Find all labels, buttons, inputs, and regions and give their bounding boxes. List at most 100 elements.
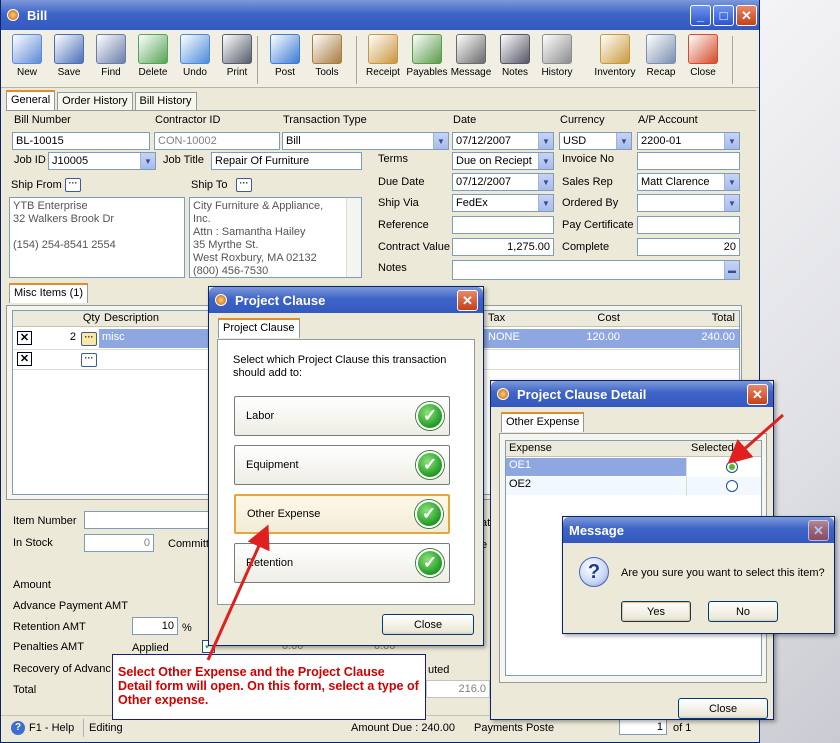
selected-radio[interactable] bbox=[726, 461, 738, 473]
ap-account-select[interactable]: 2200-01 ▼ bbox=[637, 132, 740, 150]
page-number-field[interactable]: 1 bbox=[619, 719, 667, 735]
row-total[interactable]: 240.00 bbox=[633, 330, 738, 348]
ship-to-scrollbar[interactable] bbox=[346, 198, 361, 277]
chevron-down-icon[interactable]: ▼ bbox=[538, 174, 553, 190]
dialog-icon bbox=[215, 294, 227, 306]
transaction-type-select[interactable]: Bill ▼ bbox=[282, 132, 449, 150]
detail-close-button[interactable]: Close bbox=[678, 698, 768, 719]
ordered-by-select[interactable]: ▼ bbox=[637, 194, 740, 212]
date-field[interactable]: 07/12/2007 ▼ bbox=[452, 132, 554, 150]
clause-equipment-button[interactable]: Equipment ✓ bbox=[234, 445, 450, 485]
ship-to-address[interactable]: City Furniture & Appliance, Inc. Attn : … bbox=[189, 197, 362, 278]
toolbar-inventory-button[interactable]: Inventory bbox=[593, 34, 637, 78]
close-dialog-button[interactable]: ✕ bbox=[747, 384, 768, 405]
toolbar-payables-button[interactable]: Payables bbox=[405, 34, 449, 78]
row-qty[interactable]: 2 bbox=[43, 330, 79, 348]
maximize-button[interactable]: □ bbox=[713, 5, 734, 26]
row-lookup-button[interactable]: ··· bbox=[81, 332, 97, 346]
notes-field[interactable]: ▬ bbox=[452, 260, 740, 280]
delete-row-icon[interactable]: ✕ bbox=[17, 331, 32, 345]
toolbar-history-button[interactable]: History bbox=[535, 34, 579, 78]
tab-general[interactable]: General bbox=[6, 90, 56, 110]
tab-project-clause[interactable]: Project Clause bbox=[218, 318, 300, 338]
row-lookup-button[interactable]: ··· bbox=[81, 353, 97, 367]
close-window-button[interactable]: ✕ bbox=[736, 5, 757, 26]
tab-misc-items[interactable]: Misc Items (1) bbox=[9, 283, 89, 303]
project-clause-close-button[interactable]: Close bbox=[382, 614, 474, 635]
chevron-down-icon[interactable]: ▼ bbox=[538, 195, 553, 211]
no-button[interactable]: No bbox=[708, 601, 778, 622]
toolbar-post-button[interactable]: Post bbox=[263, 34, 307, 78]
terms-select[interactable]: Due on Reciept ▼ bbox=[452, 152, 554, 170]
tab-order-history[interactable]: Order History bbox=[57, 92, 133, 110]
chevron-down-icon[interactable]: ▼ bbox=[724, 133, 739, 149]
clause-retention-button[interactable]: Retention ✓ bbox=[234, 543, 450, 583]
chevron-down-icon[interactable]: ▼ bbox=[616, 133, 631, 149]
toolbar-print-button[interactable]: Print bbox=[215, 34, 259, 78]
toolbar-notes-button[interactable]: Notes bbox=[493, 34, 537, 78]
complete-field[interactable]: 20 bbox=[637, 238, 740, 256]
toolbar-find-button[interactable]: Find bbox=[89, 34, 133, 78]
delete-row-icon[interactable]: ✕ bbox=[17, 352, 32, 366]
close-dialog-button[interactable]: ✕ bbox=[808, 520, 829, 541]
chevron-down-icon[interactable]: ▼ bbox=[724, 195, 739, 211]
row-tax[interactable]: NONE bbox=[485, 330, 523, 348]
close-dialog-button[interactable]: ✕ bbox=[457, 290, 478, 311]
retention-percent-field[interactable]: 10 bbox=[132, 617, 178, 635]
job-id-value: J10005 bbox=[52, 155, 89, 167]
clause-label: Retention bbox=[246, 557, 294, 569]
toolbar-undo-button[interactable]: Undo bbox=[173, 34, 217, 78]
toolbar-recap-button[interactable]: Recap bbox=[639, 34, 683, 78]
item-number-field[interactable] bbox=[84, 511, 214, 529]
chevron-down-icon[interactable]: ▼ bbox=[538, 133, 553, 149]
toolbar-tools-button[interactable]: Tools bbox=[305, 34, 349, 78]
ship-from-lookup-button[interactable]: ··· bbox=[65, 178, 81, 192]
clause-labor-button[interactable]: Labor ✓ bbox=[234, 396, 450, 436]
in-stock-field[interactable]: 0 bbox=[84, 534, 154, 552]
status-help[interactable]: F1 - Help bbox=[29, 722, 74, 734]
contract-value-field[interactable]: 1,275.00 bbox=[452, 238, 554, 256]
message-icon bbox=[456, 34, 486, 64]
toolbar-message-button[interactable]: Message bbox=[449, 34, 493, 78]
ship-via-select[interactable]: FedEx ▼ bbox=[452, 194, 554, 212]
toolbar-close-button[interactable]: Close bbox=[681, 34, 725, 78]
ship-from-address[interactable]: YTB Enterprise 32 Walkers Brook Dr (154)… bbox=[9, 197, 185, 278]
row-description[interactable]: misc bbox=[99, 330, 128, 348]
toolbar-new-button[interactable]: New bbox=[5, 34, 49, 78]
invoice-field[interactable] bbox=[637, 152, 740, 170]
ship-to-lookup-button[interactable]: ··· bbox=[236, 178, 252, 192]
row-expense[interactable]: OE2 bbox=[506, 477, 534, 495]
notes-label: Notes bbox=[378, 262, 407, 274]
tab-bill-history[interactable]: Bill History bbox=[134, 92, 197, 110]
tab-other-expense[interactable]: Other Expense bbox=[501, 412, 585, 432]
chevron-down-icon[interactable]: ▼ bbox=[538, 153, 553, 169]
notes-spin-icon[interactable]: ▬ bbox=[724, 261, 739, 279]
minimize-button[interactable]: _ bbox=[690, 5, 711, 26]
terms-label: Terms bbox=[378, 153, 408, 165]
toolbar-save-button[interactable]: Save bbox=[47, 34, 91, 78]
bill-number-field[interactable]: BL-10015 bbox=[12, 132, 150, 150]
chevron-down-icon[interactable]: ▼ bbox=[724, 174, 739, 190]
yes-button[interactable]: Yes bbox=[621, 601, 691, 622]
table-row[interactable] bbox=[506, 477, 761, 495]
total-field[interactable]: 216.0 bbox=[426, 680, 490, 698]
row-cost[interactable]: 120.00 bbox=[533, 330, 623, 348]
selected-radio[interactable] bbox=[726, 480, 738, 492]
row-expense[interactable]: OE1 bbox=[506, 458, 534, 476]
toolbar-receipt-button[interactable]: Receipt bbox=[361, 34, 405, 78]
sales-rep-select[interactable]: Matt Clarence ▼ bbox=[637, 173, 740, 191]
app-icon bbox=[7, 9, 19, 21]
job-title-field[interactable]: Repair Of Furniture bbox=[211, 152, 362, 170]
chevron-down-icon[interactable]: ▼ bbox=[140, 153, 155, 169]
status-divider bbox=[83, 719, 84, 737]
currency-select[interactable]: USD ▼ bbox=[559, 132, 632, 150]
reference-field[interactable] bbox=[452, 216, 554, 234]
due-date-field[interactable]: 07/12/2007 ▼ bbox=[452, 173, 554, 191]
job-id-select[interactable]: J10005 ▼ bbox=[48, 152, 156, 170]
chevron-down-icon[interactable]: ▼ bbox=[433, 133, 448, 149]
contractor-field[interactable]: CON-10002 bbox=[154, 132, 280, 150]
clause-other-expense-button[interactable]: Other Expense ✓ bbox=[234, 494, 450, 534]
total-label: Total bbox=[13, 684, 37, 696]
toolbar-delete-button[interactable]: Delete bbox=[131, 34, 175, 78]
pay-certificate-field[interactable] bbox=[637, 216, 740, 234]
